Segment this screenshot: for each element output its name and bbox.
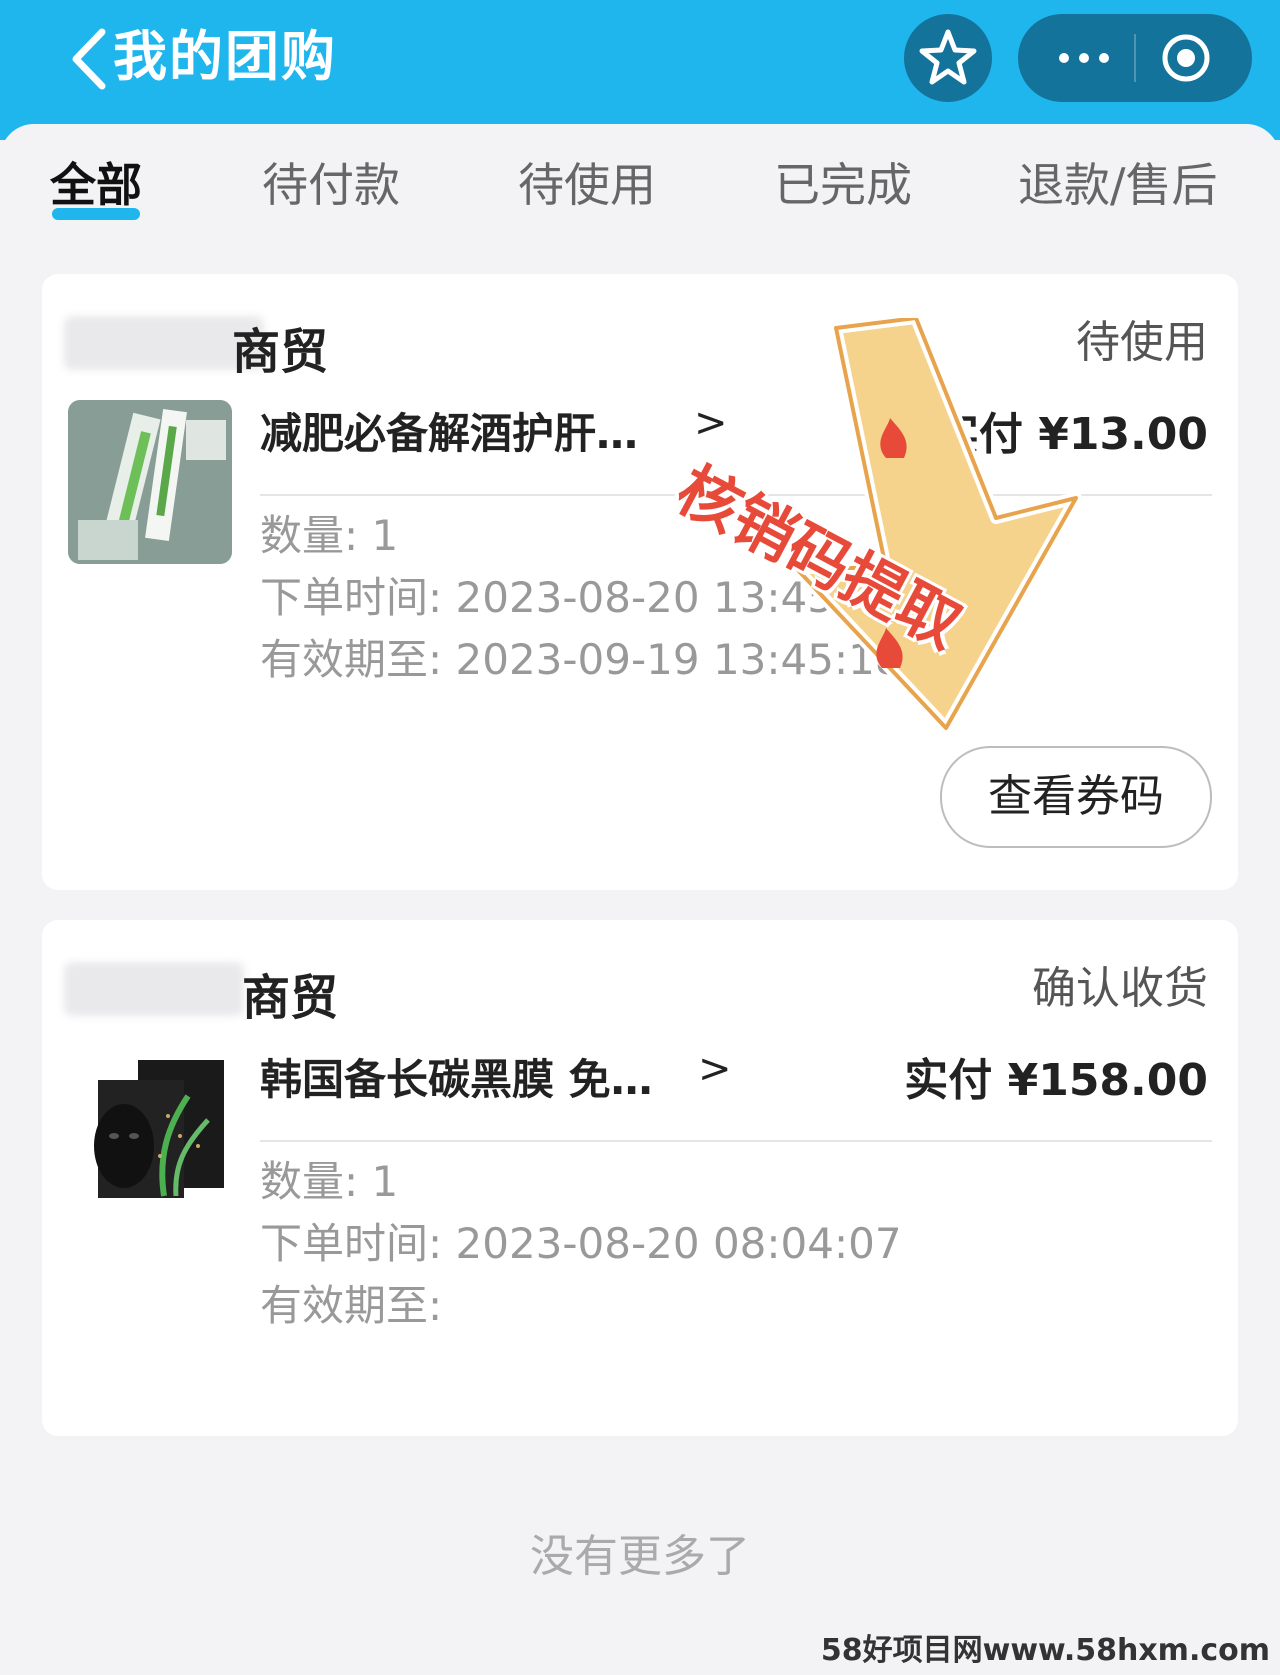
expire-label: 有效期至: [260,635,443,684]
order-time-row: 下单时间: 2023-08-20 08:04:07 [260,1210,902,1271]
active-tab-indicator [52,208,140,220]
no-more-text: 没有更多了 [530,1531,750,1582]
product-image[interactable] [68,1046,232,1210]
page-title: 我的团购 [113,25,337,88]
tab-to-use[interactable]: 待使用 [518,154,656,216]
order-tabs: 全部 待付款 待使用 已完成 退款/售后 [0,124,1280,244]
favorite-button[interactable] [904,14,992,102]
product-name[interactable]: 减肥必备解酒护肝… [260,400,638,461]
merchant-name-redaction [64,962,244,1016]
divider [260,1140,1212,1142]
top-bar: 我的团购 [0,0,1280,140]
expire-row: 有效期至: [260,1272,442,1333]
target-icon[interactable] [1160,32,1212,84]
tab-all[interactable]: 全部 [50,154,142,216]
paid-amount: 实付 ¥158.00 [904,1055,1208,1106]
product-name[interactable]: 韩国备长碳黑膜 免… [260,1046,653,1107]
more-dots-icon[interactable] [1054,14,1114,102]
star-icon [919,29,977,85]
tab-refund[interactable]: 退款/售后 [1018,154,1218,216]
merchant-name[interactable]: 商贸 [242,958,338,1028]
order-time-label: 下单时间: [260,573,443,622]
chevron-right-icon[interactable]: > [698,1046,732,1092]
quantity-label: 数量: [260,511,359,560]
quantity-value: 1 [371,1157,399,1206]
order-status: 确认收货 [1032,963,1208,1014]
quantity-row: 数量: 1 [260,502,398,563]
tab-pending-payment[interactable]: 待付款 [262,154,400,216]
watermark: 58好项目网www.58hxm.com [820,1633,1270,1668]
view-coupon-button[interactable]: 查看券码 [940,746,1212,848]
expire-label: 有效期至: [260,1281,443,1330]
tab-completed[interactable]: 已完成 [774,154,912,216]
order-card[interactable]: 商贸 确认收货 韩国备长碳黑膜 免… > 实付 ¥158.00 数量: 1 下单… [42,920,1238,1436]
quantity-row: 数量: 1 [260,1148,398,1209]
product-image[interactable] [68,400,232,564]
quantity-label: 数量: [260,1157,359,1206]
merchant-name[interactable]: 商贸 [232,312,328,382]
capsule-divider [1134,34,1136,82]
quantity-value: 1 [371,511,399,560]
order-time-value: 2023-08-20 08:04:07 [455,1219,902,1268]
menu-capsule [1018,14,1252,102]
order-time-label: 下单时间: [260,1219,443,1268]
